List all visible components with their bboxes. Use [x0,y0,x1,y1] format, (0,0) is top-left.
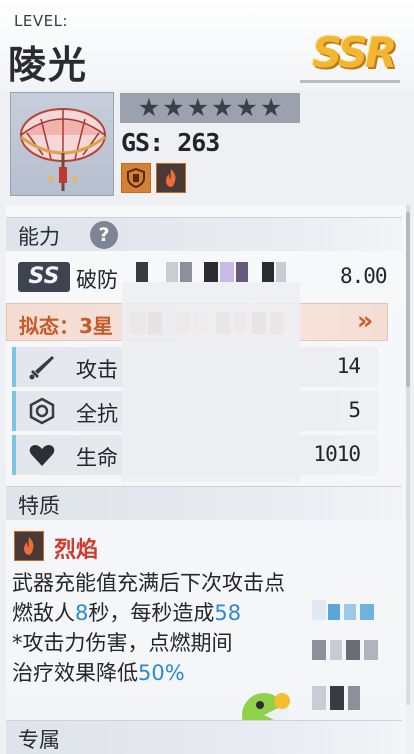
divider [300,80,400,83]
help-icon[interactable]: ? [90,221,118,249]
description-line: *攻击力伤害，点燃期间 [12,631,233,655]
umbrella-weapon-image [20,108,106,191]
star-icon: ★ [137,93,161,122]
shield-hex-icon [28,397,56,425]
weapon-portrait[interactable] [10,92,114,196]
star-icon: ★ [211,93,234,122]
section-title: 专属 [18,728,60,752]
chevron-right-icon: » [357,306,374,335]
stat-value: 14 [336,354,361,378]
stat-value: 1010 [313,442,361,466]
stat-value: 5 [348,398,361,422]
description-line: 燃敌人8秒，每秒造成58 [12,601,242,625]
mosaic-overlay [312,600,382,720]
skill-name: 破防 [76,268,118,292]
exclusive-section-header: 专属 [6,720,402,754]
star-icon: ★ [235,93,258,122]
scrollbar-thumb[interactable] [406,212,410,387]
trait-name: 烈焰 [54,538,99,563]
character-name: 陵光 [8,43,89,87]
star-icon: ★ [259,93,283,122]
flame-element-icon[interactable] [156,163,186,193]
flame-icon [14,531,44,561]
star-icon: ★ [186,93,209,122]
section-title: 特质 [18,494,60,518]
ability-section-header: 能力 ? [6,217,402,251]
level-label: LEVEL: [14,12,68,30]
trait-section-header: 特质 [6,486,402,520]
skill-tier-badge: SS [18,262,70,292]
star-rating: ★ ★ ★ ★ ★ ★ [120,93,300,123]
blur-overlay [122,282,300,482]
star-icon: ★ [162,93,185,122]
trait-description: 武器充能值充满后下次攻击点 燃敌人8秒，每秒造成58 *攻击力伤害，点燃期间 治… [12,568,312,688]
description-line: 武器充能值充满后下次攻击点 [12,571,285,595]
skill-value: 8.00 [340,264,388,288]
stat-label: 攻击 [76,358,118,382]
gear-score: GS: 263 [121,128,220,157]
rarity-badge: SSR [312,28,397,77]
shield-element-icon[interactable] [121,163,151,193]
mimic-label: 拟态：3星 [19,314,113,338]
section-title: 能力 [18,225,60,249]
stat-label: 全抗 [76,402,118,426]
sword-icon [28,353,56,381]
heart-icon [28,441,56,469]
stat-label: 生命 [76,446,118,470]
